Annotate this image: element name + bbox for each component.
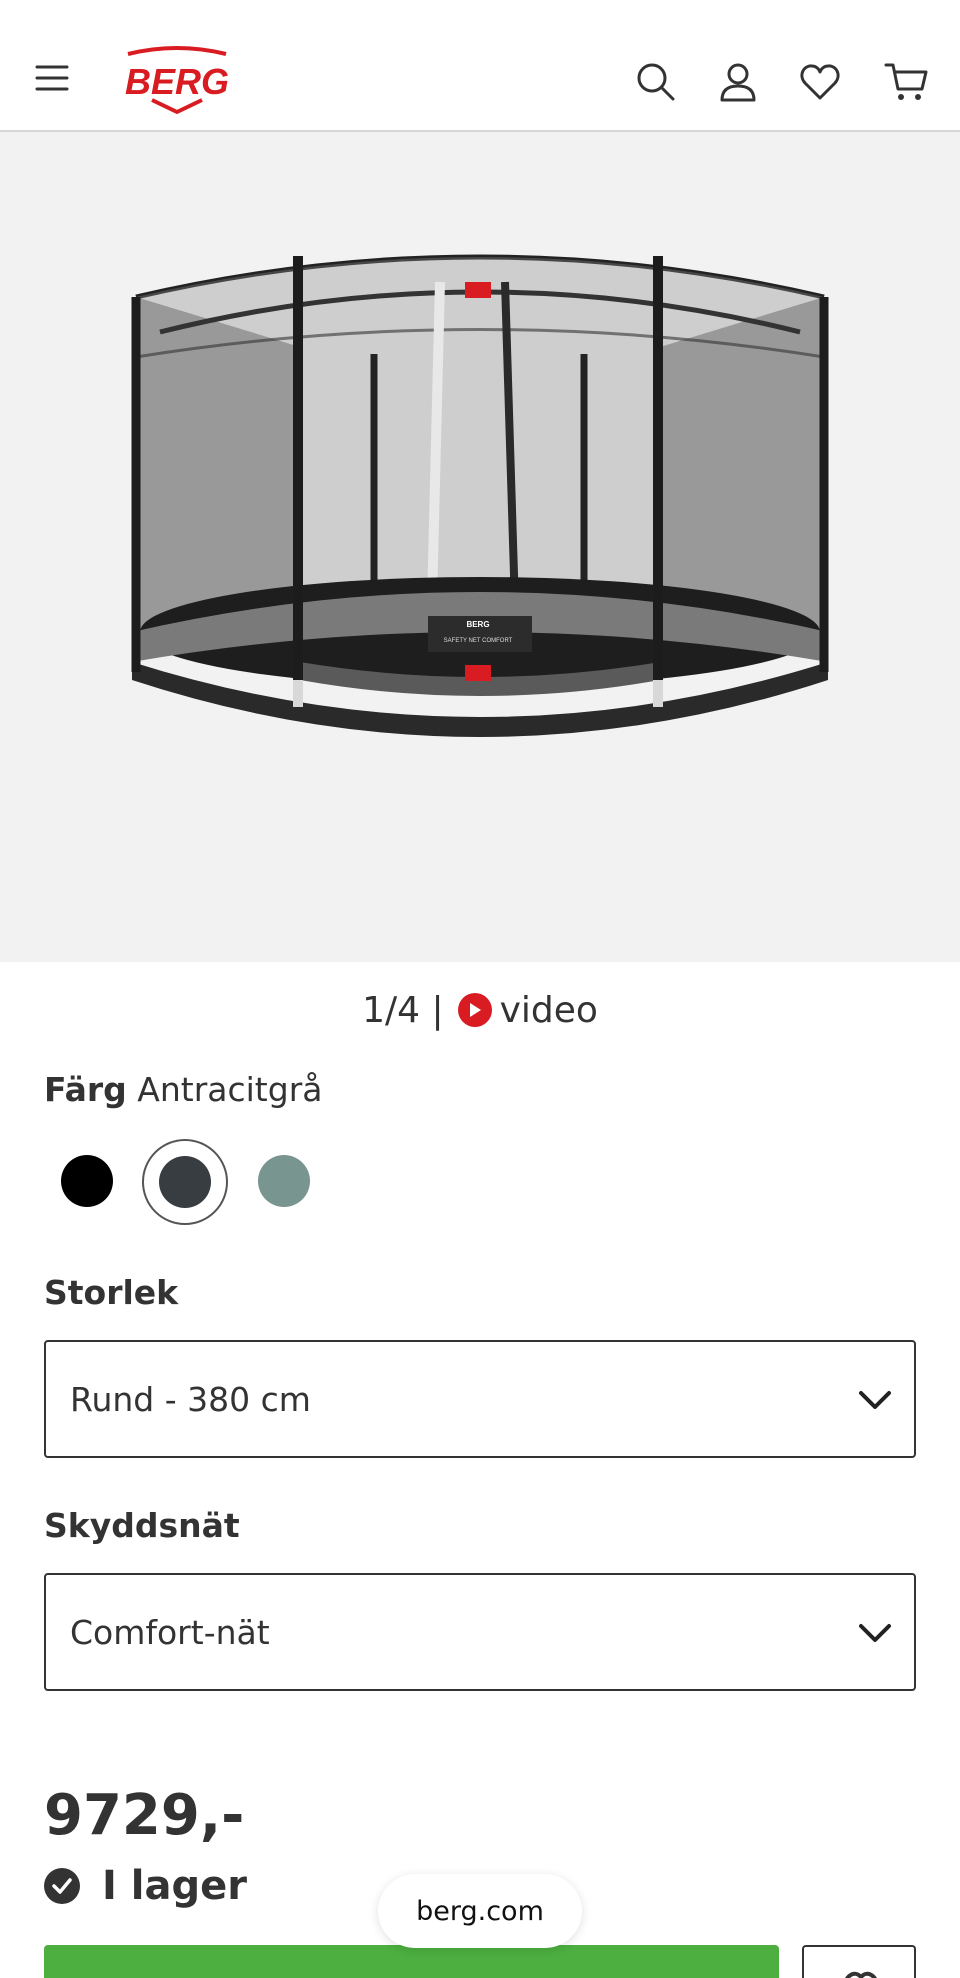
mat-label-text: SAFETY NET COMFORT (444, 638, 513, 644)
cart-icon[interactable] (882, 60, 930, 104)
gallery-counter: 1/4 | video (0, 985, 960, 1035)
menu-icon[interactable] (30, 60, 74, 96)
net-select-value: Comfort-nät (70, 1612, 270, 1652)
color-swatch-black[interactable] (61, 1155, 113, 1207)
browser-url-pill[interactable]: berg.com (378, 1874, 582, 1948)
color-label: Färg (44, 1070, 127, 1109)
color-swatch-antracitgra[interactable] (142, 1139, 228, 1225)
chevron-down-icon (858, 1613, 892, 1652)
color-swatch-antracitgra-fill (159, 1156, 211, 1208)
color-value: Antracitgrå (137, 1070, 323, 1109)
stock-text: I lager (102, 1863, 247, 1909)
check-circle-icon (44, 1868, 80, 1904)
size-select-value: Rund - 380 cm (70, 1379, 311, 1419)
account-icon[interactable] (716, 60, 760, 104)
product-gallery[interactable]: BERG SAFETY NET COMFORT (0, 132, 960, 962)
play-icon[interactable] (457, 993, 492, 1027)
svg-text:BERG: BERG (125, 61, 229, 102)
site-header: BERG (0, 0, 960, 132)
wishlist-button[interactable] (802, 1945, 916, 1978)
add-to-cart-button[interactable] (44, 1945, 779, 1978)
chevron-down-icon (858, 1380, 892, 1419)
video-link[interactable]: video (500, 990, 598, 1031)
color-swatch-grey-green[interactable] (258, 1155, 310, 1207)
search-icon[interactable] (634, 60, 678, 104)
product-image: BERG SAFETY NET COMFORT (131, 254, 829, 737)
color-label-row: Färg Antracitgrå (44, 1070, 323, 1109)
stock-status: I lager (44, 1862, 247, 1910)
net-label: Skyddsnät (44, 1506, 240, 1545)
heart-icon (845, 1971, 877, 1978)
image-counter: 1/4 | (362, 989, 444, 1031)
size-select[interactable]: Rund - 380 cm (44, 1340, 916, 1458)
brand-logo[interactable]: BERG (108, 44, 246, 116)
product-price: 9729,- (44, 1783, 245, 1848)
mat-brand-text: BERG (466, 620, 489, 629)
browser-url-text: berg.com (416, 1895, 544, 1927)
heart-icon[interactable] (798, 60, 842, 104)
net-select[interactable]: Comfort-nät (44, 1573, 916, 1691)
size-label: Storlek (44, 1273, 179, 1312)
